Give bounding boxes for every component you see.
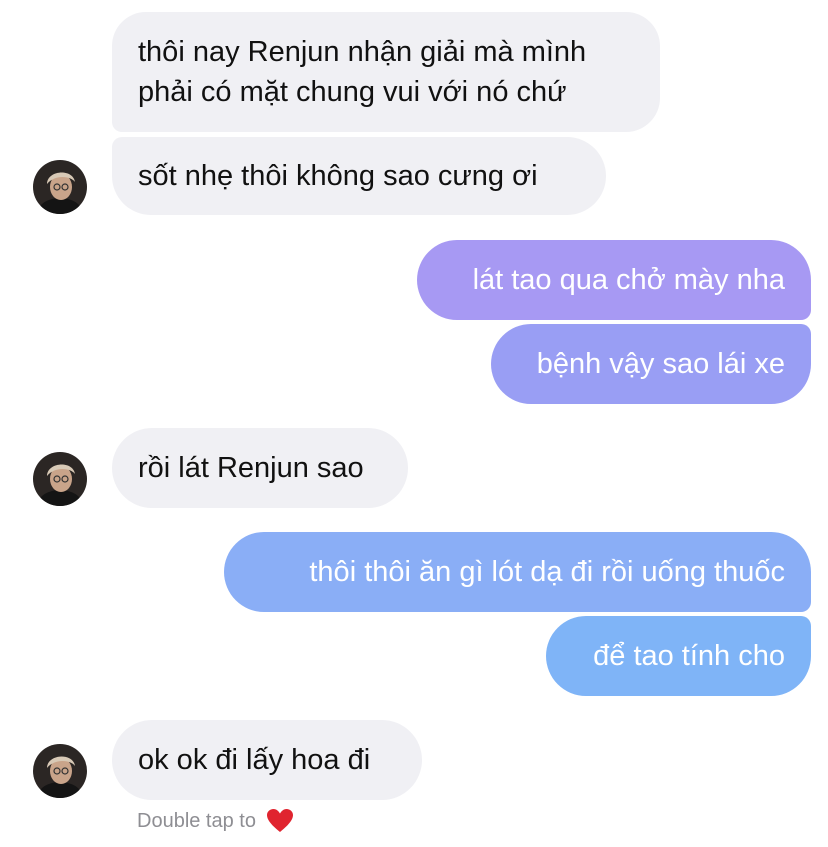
message-text: thôi thôi ăn gì lót dạ đi rồi uống thuốc — [309, 556, 785, 588]
message-text: bệnh vậy sao lái xe — [536, 348, 785, 380]
message-text-line: phải có mặt chung vui với nó chứ — [138, 76, 567, 108]
avatar-image — [33, 452, 87, 506]
message-text: rồi lát Renjun sao — [138, 452, 364, 484]
contact-avatar[interactable] — [33, 744, 87, 798]
outgoing-message-bubble[interactable]: bệnh vậy sao lái xe — [491, 324, 811, 404]
incoming-message-bubble[interactable]: sốt nhẹ thôi không sao cưng ơi — [112, 137, 606, 215]
incoming-message-bubble[interactable]: ok ok đi lấy hoa đi — [112, 720, 422, 800]
outgoing-message-bubble[interactable]: thôi thôi ăn gì lót dạ đi rồi uống thuốc — [224, 532, 811, 612]
double-tap-hint-text: Double tap to — [137, 810, 256, 832]
message-text-line: thôi nay Renjun nhận giải mà mình — [138, 36, 587, 68]
double-tap-hint: Double tap to — [137, 807, 294, 835]
message-text: ok ok đi lấy hoa đi — [138, 744, 371, 776]
incoming-message-bubble[interactable]: thôi nay Renjun nhận giải mà mình phải c… — [112, 12, 660, 132]
message-text: để tao tính cho — [593, 640, 785, 672]
message-text: sốt nhẹ thôi không sao cưng ơi — [138, 160, 538, 192]
heart-icon[interactable] — [266, 808, 294, 834]
outgoing-message-bubble[interactable]: để tao tính cho — [546, 616, 811, 696]
avatar-image — [33, 160, 87, 214]
incoming-message-bubble[interactable]: rồi lát Renjun sao — [112, 428, 408, 508]
message-text: lát tao qua chở mày nha — [472, 264, 785, 296]
avatar-image — [33, 744, 87, 798]
outgoing-message-bubble[interactable]: lát tao qua chở mày nha — [417, 240, 811, 320]
contact-avatar[interactable] — [33, 452, 87, 506]
contact-avatar[interactable] — [33, 160, 87, 214]
